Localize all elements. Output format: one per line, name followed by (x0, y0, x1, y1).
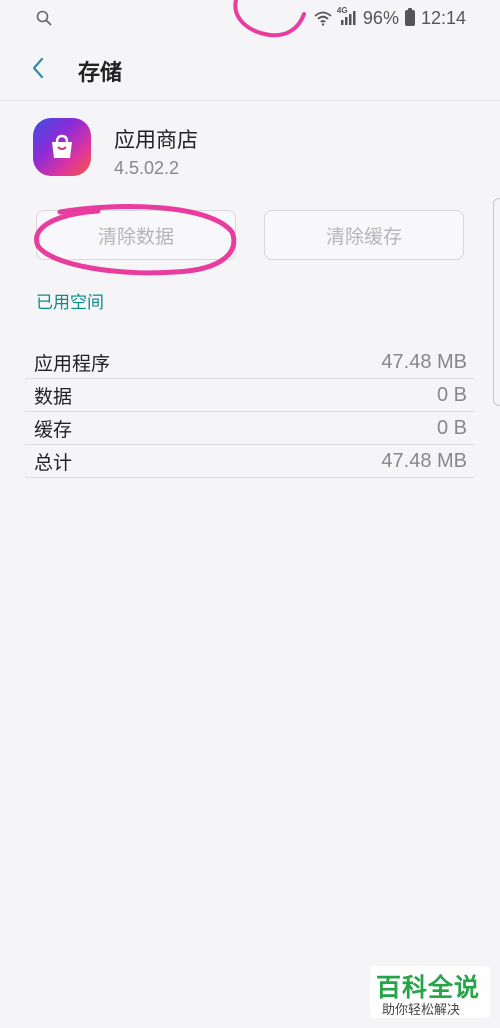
storage-label: 应用程序 (34, 352, 111, 375)
battery-icon (404, 8, 415, 26)
storage-row-app: 应用程序 47.48 MB (25, 346, 475, 379)
search-icon[interactable] (36, 10, 52, 26)
status-bar: 4G 96% 12:14 (0, 0, 500, 36)
battery-percent: 96% (362, 7, 399, 28)
app-version: 4.5.02.2 (114, 158, 180, 178)
storage-row-cache: 缓存 0 B (25, 412, 475, 445)
app-store-icon (33, 118, 91, 176)
storage-row-total: 总计 47.48 MB (25, 445, 475, 478)
storage-row-data: 数据 0 B (25, 379, 475, 412)
clock: 12:14 (420, 7, 466, 28)
watermark-logo: 百科全说 助你轻松解决 (370, 966, 490, 1018)
storage-value: 0 B (436, 383, 467, 406)
storage-value: 47.48 MB (381, 449, 467, 472)
back-button[interactable] (22, 52, 54, 84)
clear-data-button[interactable]: 清除数据 (36, 210, 236, 260)
watermark-subtitle: 助你轻松解决 (382, 1003, 461, 1018)
used-space-heading: 已用空间 (36, 293, 104, 313)
storage-value: 0 B (436, 416, 467, 439)
cellular-signal-icon: 4G (337, 6, 357, 26)
app-name: 应用商店 (114, 128, 198, 152)
wifi-icon (313, 10, 333, 26)
page-title: 存储 (78, 61, 123, 86)
app-bar: 存储 (0, 36, 500, 101)
status-indicators: 4G 96% 12:14 (313, 6, 466, 30)
clear-cache-button[interactable]: 清除缓存 (264, 210, 464, 260)
storage-label: 缓存 (34, 418, 73, 441)
storage-list: 应用程序 47.48 MB 数据 0 B 缓存 0 B 总计 47.48 MB (25, 346, 475, 478)
chevron-left-icon (32, 57, 44, 79)
storage-value: 47.48 MB (381, 350, 467, 373)
network-type-label: 4G (336, 6, 348, 15)
storage-label: 总计 (34, 451, 73, 474)
scroll-edge-indicator (493, 198, 500, 406)
storage-label: 数据 (34, 385, 73, 408)
